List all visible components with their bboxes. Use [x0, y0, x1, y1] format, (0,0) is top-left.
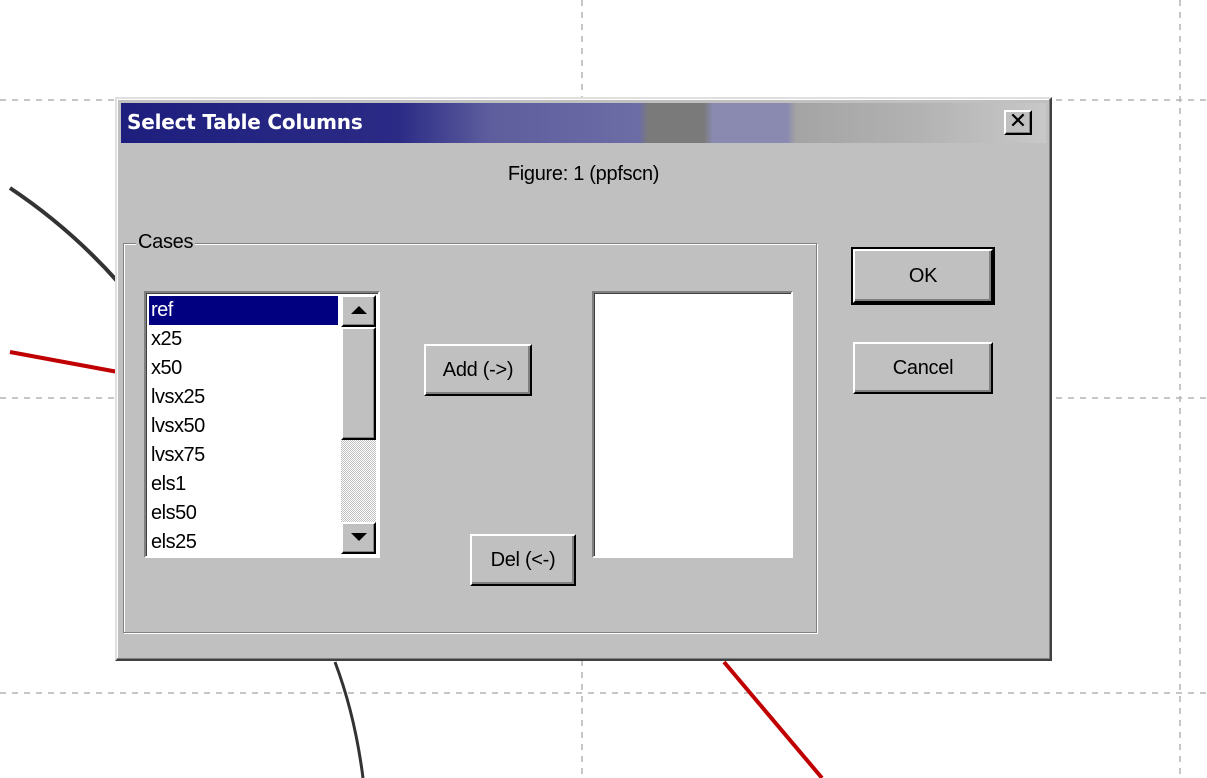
dialog-title: Select Table Columns — [127, 110, 363, 134]
dark-curve-top — [8, 186, 120, 284]
red-curve-bottom — [722, 660, 824, 778]
title-bar[interactable]: Select Table Columns ✕ — [121, 103, 1046, 143]
figure-label: Figure: 1 (ppfscn) — [507, 163, 660, 185]
close-icon[interactable]: ✕ — [1004, 110, 1032, 135]
list-item[interactable]: els50 — [149, 499, 338, 528]
list-item[interactable]: lvsx25 — [149, 383, 338, 412]
scroll-thumb[interactable] — [341, 327, 376, 440]
list-item[interactable]: lvsx75 — [149, 441, 338, 470]
available-cases-list[interactable]: ref x25 x50 lvsx25 lvsx50 lvsx75 els1 el… — [144, 291, 380, 558]
scroll-down-button[interactable] — [341, 522, 376, 554]
delete-button[interactable]: Del (<-) — [470, 534, 576, 586]
selected-cases-list[interactable] — [592, 291, 793, 558]
list-item[interactable]: x25 — [149, 325, 338, 354]
arrow-down-icon — [351, 533, 367, 541]
ok-button[interactable]: OK — [851, 247, 995, 305]
vertical-scrollbar[interactable] — [341, 295, 376, 554]
scroll-up-button[interactable] — [341, 295, 376, 327]
list-item[interactable]: x50 — [149, 354, 338, 383]
list-item[interactable]: ref — [149, 296, 338, 325]
list-item[interactable]: els1 — [149, 470, 338, 499]
red-curve-left — [9, 350, 119, 374]
available-cases-items: ref x25 x50 lvsx25 lvsx50 lvsx75 els1 el… — [149, 296, 338, 557]
list-item[interactable]: lvsx50 — [149, 412, 338, 441]
dark-curve-bottom — [333, 661, 365, 778]
cases-groupbox: Cases ref x25 x50 lvsx25 lvsx50 lvsx75 e… — [123, 231, 817, 633]
select-table-columns-dialog: Select Table Columns ✕ Figure: 1 (ppfscn… — [115, 97, 1052, 661]
list-item[interactable]: els25 — [149, 528, 338, 557]
cancel-button[interactable]: Cancel — [853, 342, 993, 394]
add-button[interactable]: Add (->) — [424, 344, 532, 396]
arrow-up-icon — [351, 306, 367, 314]
cases-group-label: Cases — [136, 231, 196, 254]
